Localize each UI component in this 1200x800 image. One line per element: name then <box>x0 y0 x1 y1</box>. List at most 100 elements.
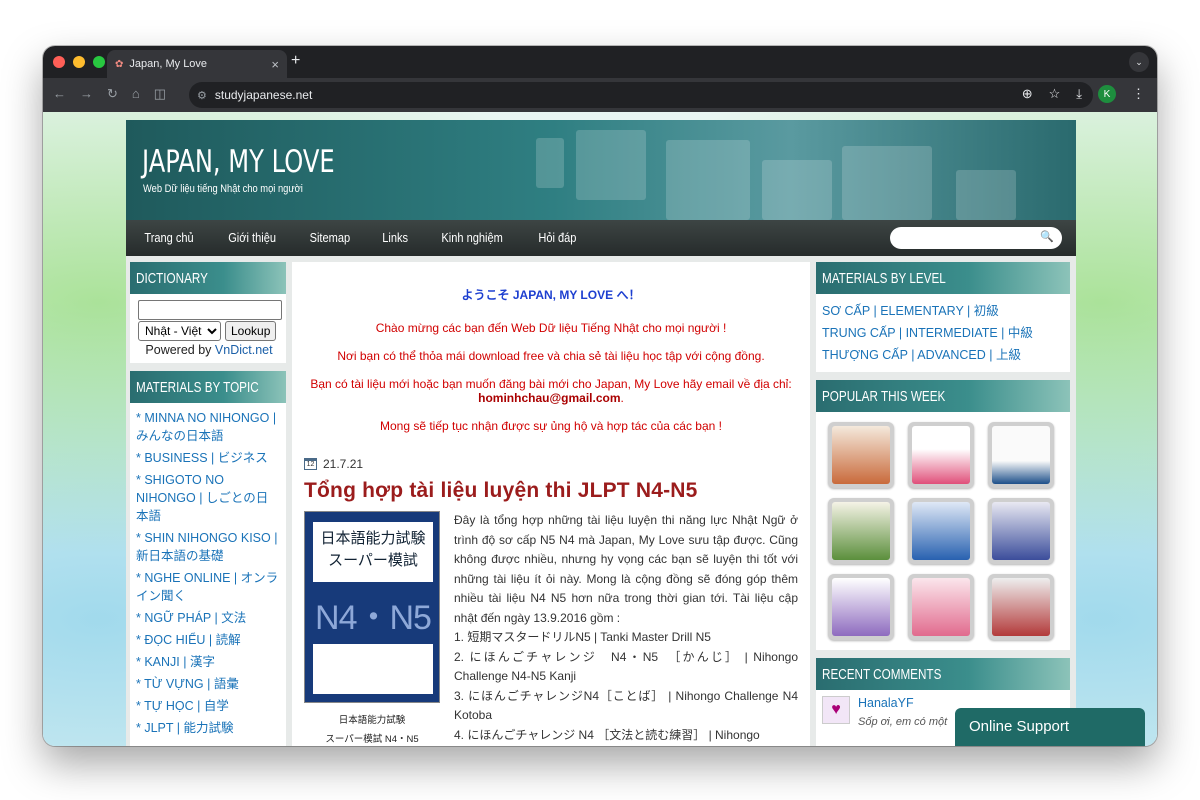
right-sidebar: MATERIALS BY LEVEL SƠ CẤP | ELEMENTARY |… <box>816 262 1070 746</box>
profile-avatar[interactable]: K <box>1098 85 1116 103</box>
url-text[interactable]: studyjapanese.net <box>215 88 312 102</box>
vndict-link[interactable]: VnDict.net <box>215 343 273 357</box>
site-title[interactable]: JAPAN, MY LOVE <box>142 144 335 180</box>
new-tab-button[interactable]: + <box>291 52 300 70</box>
browser-window: ✿ Japan, My Love × + ⌄ ← → ↻ ⌂ ◫ ⚙ study… <box>43 46 1157 746</box>
powered-by: Powered by VnDict.net <box>145 343 273 357</box>
welcome-line: Chào mừng các bạn đến Web Dữ liệu Tiếng … <box>375 321 727 335</box>
split-view-icon[interactable]: ◫ <box>154 86 166 102</box>
book-cover-image[interactable]: 日本語能力試験 スーパー模試 N4・N5 <box>304 511 440 703</box>
post-list-item: 4. にほんごチャレンジ N4 ［文法と読む練習］ | Nihongo <box>454 727 760 742</box>
contact-email[interactable]: hominhchau@gmail.com <box>478 391 620 405</box>
site-description: Web Dữ liệu tiếng Nhật cho mọi người <box>143 183 303 195</box>
popular-grid <box>816 412 1070 650</box>
topics-title: MATERIALS BY TOPIC <box>130 371 286 403</box>
main-content: ようこそ JAPAN, MY LOVE へ！ Chào mừng các bạn… <box>292 262 810 746</box>
level-link[interactable]: TRUNG CẤP | INTERMEDIATE | 中級 <box>822 322 1064 344</box>
post-body: 日本語能力試験 スーパー模試 N4・N5 日本語能力試験 スーパー模試 N4・N5… <box>304 511 798 746</box>
online-support-button[interactable]: Online Support <box>955 708 1145 746</box>
topic-link[interactable]: * TỰ HỌC | 自学 <box>136 697 280 715</box>
topic-link[interactable]: * SHIN NIHONGO KISO | 新日本語の基礎 <box>136 529 280 565</box>
popular-book-thumbnail[interactable] <box>828 422 894 488</box>
topic-link[interactable]: * TỪ VỰNG | 語彙 <box>136 675 280 693</box>
popular-title: POPULAR THIS WEEK <box>816 380 1070 412</box>
dictionary-title: DICTIONARY <box>130 262 286 294</box>
left-sidebar: DICTIONARY Nhật - Việt Lookup Powered by… <box>130 262 286 746</box>
popular-book-thumbnail[interactable] <box>828 574 894 640</box>
page-viewport: JAPAN, MY LOVE Web Dữ liệu tiếng Nhật ch… <box>43 112 1157 746</box>
menu-sitemap[interactable]: Sitemap <box>310 230 351 245</box>
level-link[interactable]: THƯỢNG CẤP | ADVANCED | 上級 <box>822 344 1064 366</box>
tab-search-icon[interactable]: ⌄ <box>1129 52 1149 72</box>
download-icon[interactable]: ⤓ <box>1076 86 1082 102</box>
topic-link[interactable]: * SHIGOTO NO NIHONGO | しごとの日本語 <box>136 471 280 525</box>
zoom-icon[interactable]: ⊕ <box>1022 86 1033 102</box>
welcome-heading: ようこそ JAPAN, MY LOVE へ！ <box>461 288 641 302</box>
dictionary-widget: Nhật - Việt Lookup Powered by VnDict.net <box>130 294 286 363</box>
commenter-avatar: ♥ <box>822 696 850 724</box>
popular-book-thumbnail[interactable] <box>908 498 974 564</box>
commenter-name[interactable]: HanalaYF <box>858 696 914 710</box>
reload-icon[interactable]: ↻ <box>107 86 118 102</box>
menu-faq[interactable]: Hỏi đáp <box>538 230 576 245</box>
tab-close-icon[interactable]: × <box>271 57 279 72</box>
topic-link[interactable]: * JLPT | 能力試験 <box>136 719 280 737</box>
popular-book-thumbnail[interactable] <box>908 574 974 640</box>
minimize-window-button[interactable] <box>73 56 85 68</box>
site-header: JAPAN, MY LOVE Web Dữ liệu tiếng Nhật ch… <box>126 120 1076 220</box>
site-page: JAPAN, MY LOVE Web Dữ liệu tiếng Nhật ch… <box>126 120 1076 746</box>
lookup-button[interactable]: Lookup <box>225 321 277 341</box>
popular-book-thumbnail[interactable] <box>828 498 894 564</box>
menu-links[interactable]: Links <box>382 230 408 245</box>
menu-home[interactable]: Trang chủ <box>144 230 193 245</box>
post-list-item: 2. にほんごチャレンジ N4・N5 ［かんじ］ | Nihongo Chall… <box>454 649 798 684</box>
post-text: Đây là tổng hợp những tài liệu luyện thi… <box>454 511 798 746</box>
calendar-icon: 12 <box>304 458 317 470</box>
topic-link[interactable]: * MINNA NO NIHONGO | みんなの日本語 <box>136 409 280 445</box>
level-link[interactable]: SƠ CẤP | ELEMENTARY | 初級 <box>822 300 1064 322</box>
topic-link[interactable]: * ĐỌC HIỂU | 読解 <box>136 631 280 649</box>
post-title[interactable]: Tổng hợp tài liệu luyện thi JLPT N4-N5 <box>304 479 798 503</box>
comments-title: RECENT COMMENTS <box>816 658 1070 690</box>
book-figure: 日本語能力試験 スーパー模試 N4・N5 日本語能力試験 スーパー模試 N4・N5 <box>304 511 440 746</box>
popular-book-thumbnail[interactable] <box>988 498 1054 564</box>
popular-book-thumbnail[interactable] <box>988 422 1054 488</box>
window-controls <box>53 56 105 68</box>
site-search-input[interactable]: 🔍 <box>890 227 1062 249</box>
maximize-window-button[interactable] <box>93 56 105 68</box>
menu-experience[interactable]: Kinh nghiệm <box>442 230 503 245</box>
welcome-line: Nơi bạn có thể thỏa mái download free và… <box>337 349 765 363</box>
post-date: 12 21.7.21 <box>304 457 798 471</box>
comment-text[interactable]: Sốp ơi, em có một <box>858 716 947 728</box>
nav-buttons: ← → ↻ ⌂ ◫ <box>53 86 166 102</box>
close-window-button[interactable] <box>53 56 65 68</box>
popular-book-thumbnail[interactable] <box>988 574 1054 640</box>
topic-link[interactable]: * KANJI | 漢字 <box>136 653 280 671</box>
bookmark-star-icon[interactable]: ☆ <box>1049 86 1061 102</box>
topics-list: * MINNA NO NIHONGO | みんなの日本語 * BUSINESS … <box>130 403 286 746</box>
popular-book-thumbnail[interactable] <box>908 422 974 488</box>
home-icon[interactable]: ⌂ <box>132 86 140 102</box>
menu-about[interactable]: Giới thiệu <box>228 230 276 245</box>
tab-active[interactable]: ✿ Japan, My Love × <box>107 50 287 78</box>
post-list-item: 1. 短期マスタードリルN5 | Tanki Master Drill N5 <box>454 630 711 644</box>
browser-toolbar: ← → ↻ ⌂ ◫ ⚙ studyjapanese.net ⊕ ☆ ⤓ K ⋮ <box>43 78 1157 112</box>
levels-title: MATERIALS BY LEVEL <box>816 262 1070 294</box>
forward-icon[interactable]: → <box>80 86 93 102</box>
tab-bar: ✿ Japan, My Love × + ⌄ <box>43 46 1157 78</box>
post-list-item: 3. にほんごチャレンジN4［ことば］ | Nihongo Challenge … <box>454 688 798 723</box>
welcome-contact: Bạn có tài liệu mới hoặc bạn muốn đăng b… <box>310 377 792 405</box>
site-info-icon[interactable]: ⚙ <box>197 89 207 102</box>
topic-link[interactable]: * NGHE ONLINE | オンライン聞く <box>136 569 280 605</box>
search-icon[interactable]: 🔍 <box>1040 230 1054 243</box>
address-bar[interactable]: ⚙ studyjapanese.net <box>189 82 1093 108</box>
menu-kebab-icon[interactable]: ⋮ <box>1132 86 1145 102</box>
dictionary-input[interactable] <box>138 300 282 320</box>
back-icon[interactable]: ← <box>53 86 66 102</box>
welcome-line: Mong sẽ tiếp tục nhận được sự ủng hộ và … <box>379 419 722 433</box>
site-favicon-icon: ✿ <box>115 58 124 70</box>
welcome-box: ようこそ JAPAN, MY LOVE へ！ Chào mừng các bạn… <box>304 286 798 433</box>
dictionary-language-select[interactable]: Nhật - Việt <box>138 321 221 341</box>
topic-link[interactable]: * NGỮ PHÁP | 文法 <box>136 609 280 627</box>
topic-link[interactable]: * BUSINESS | ビジネス <box>136 449 280 467</box>
